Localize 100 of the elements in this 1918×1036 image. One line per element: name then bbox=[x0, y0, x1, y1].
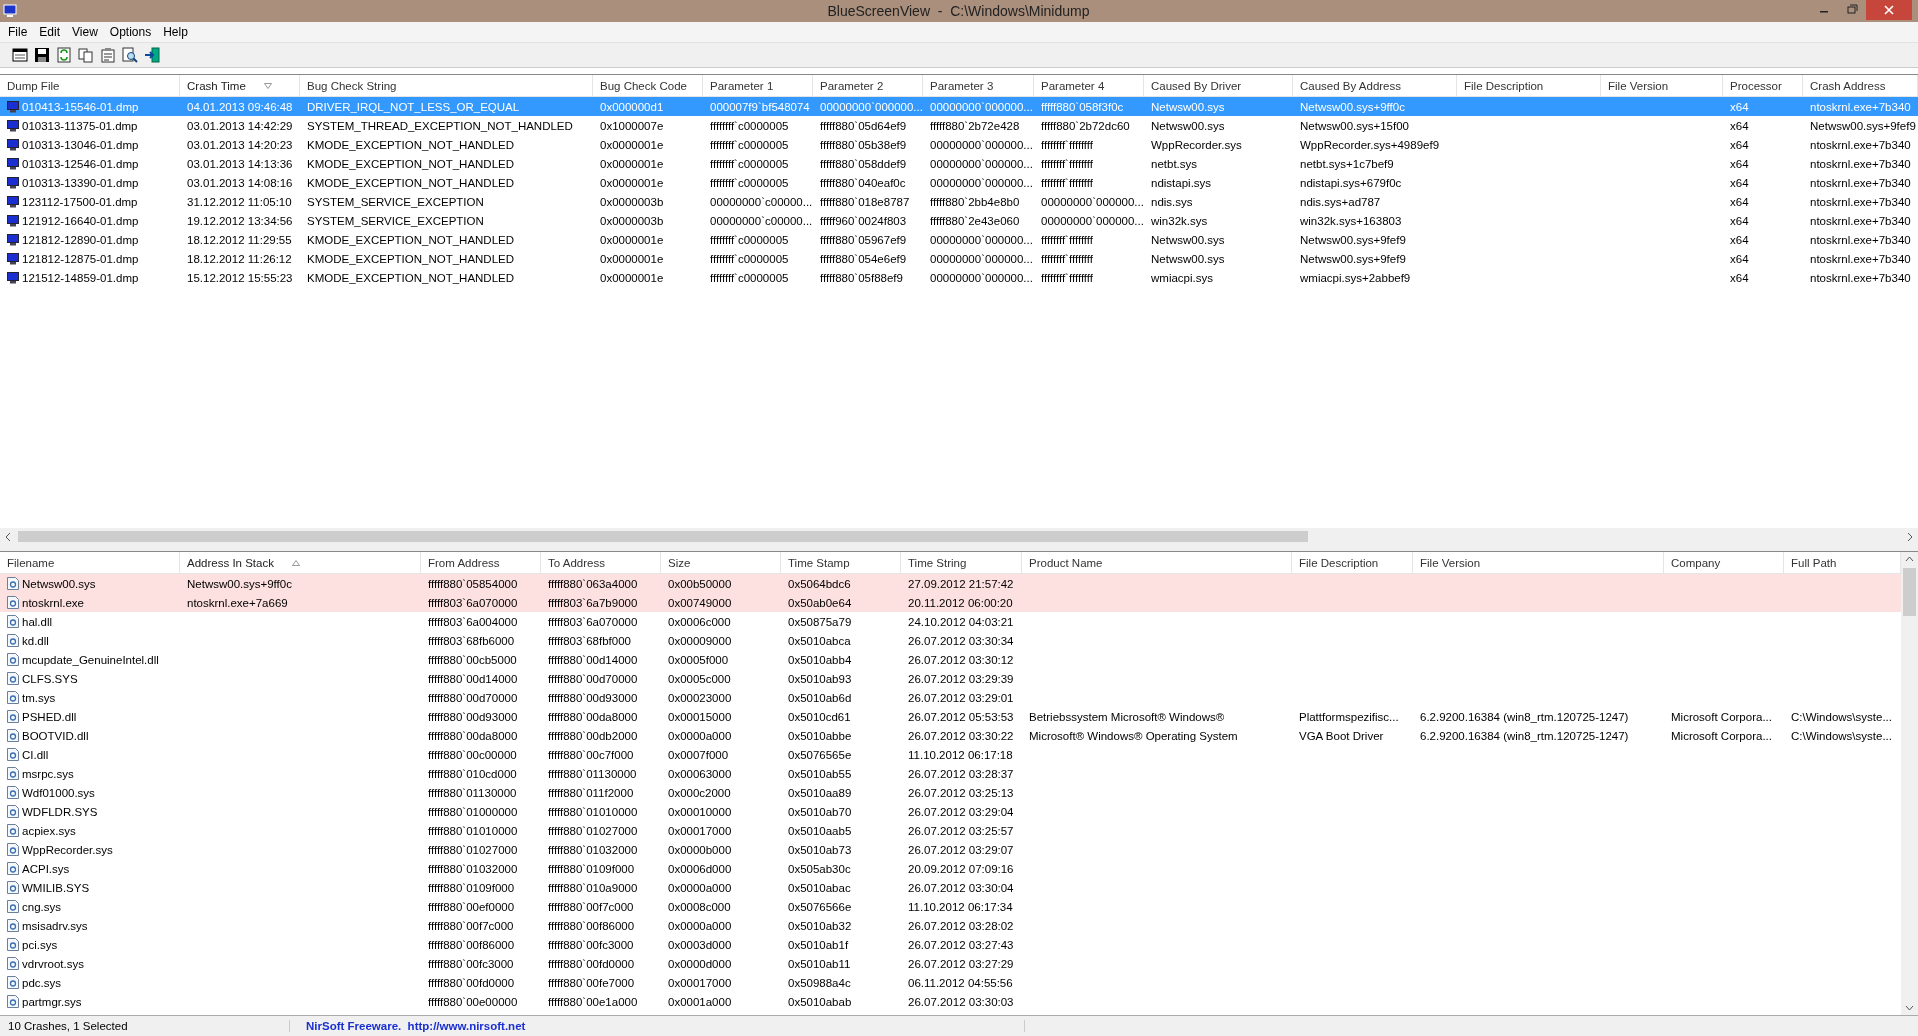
driver-row[interactable]: CLFS.SYS fffff880`00d14000 fffff880`00d70000 0x0005c000 0x5010ab93 26.07.2012 03:29:39 bbox=[0, 669, 1901, 688]
exit-icon[interactable] bbox=[144, 47, 160, 63]
column-header[interactable]: Address In Stack bbox=[180, 552, 421, 573]
table-cell: CLFS.SYS bbox=[22, 672, 78, 685]
window-icon[interactable] bbox=[12, 47, 28, 63]
table-cell: fffff803`6a070000 bbox=[548, 615, 638, 628]
driver-row[interactable]: ACPI.sys fffff880`01032000 fffff880`0109f000 0x0006d000 0x505ab30c 20.09.2012 07:09:16 bbox=[0, 859, 1901, 878]
file-gear-icon bbox=[7, 938, 19, 951]
column-header[interactable]: To Address bbox=[541, 552, 661, 573]
table-cell: fffff880`00d70000 bbox=[428, 691, 518, 704]
scrollbar-thumb[interactable] bbox=[1903, 568, 1916, 616]
column-header[interactable]: File Description bbox=[1457, 75, 1601, 96]
column-header[interactable]: Parameter 2 bbox=[813, 75, 923, 96]
table-cell: fffff880`01027000 bbox=[548, 824, 638, 837]
driver-row[interactable]: pdc.sys fffff880`00fd0000 fffff880`00fe7000 0x00017000 0x50988a4c 06.11.2012 04:55:56 bbox=[0, 973, 1901, 992]
driver-row[interactable]: pci.sys fffff880`00f86000 fffff880`00fc3000 0x0003d000 0x5010ab1f 26.07.2012 03:27:43 bbox=[0, 935, 1901, 954]
table-cell: ffffffff`ffffffff bbox=[1041, 138, 1094, 151]
table-cell: 20.09.2012 07:09:16 bbox=[908, 862, 1014, 875]
driver-row[interactable]: vdrvroot.sys fffff880`00fc3000 fffff880`00fd0000 0x0000d000 0x5010ab11 26.07.2012 03:27:29 bbox=[0, 954, 1901, 973]
driver-row[interactable]: kd.dll fffff803`68fb6000 fffff803`68fbf000 0x00009000 0x5010abca 26.07.2012 03:30:34 bbox=[0, 631, 1901, 650]
driver-row[interactable]: mcupdate_GenuineIntel.dll fffff880`00cb5000 fffff880`00d14000 0x0005f000 0x5010abb4 26.07.2012 03:30:12 bbox=[0, 650, 1901, 669]
table-cell: x64 bbox=[1730, 100, 1749, 113]
column-header[interactable]: Time String bbox=[901, 552, 1022, 573]
table-cell: Betriebssystem Microsoft® Windows® bbox=[1029, 710, 1225, 723]
table-cell: 0x0000b000 bbox=[668, 843, 732, 856]
table-cell: Netwsw00.sys bbox=[1151, 119, 1225, 132]
column-header[interactable]: Parameter 1 bbox=[703, 75, 813, 96]
driver-row[interactable]: msrpc.sys fffff880`010cd000 fffff880`01130000 0x00063000 0x5010ab55 26.07.2012 03:28:37 bbox=[0, 764, 1901, 783]
column-header[interactable]: Crash Time bbox=[180, 75, 300, 96]
menu-item[interactable]: File bbox=[2, 25, 34, 39]
column-header[interactable]: File Version bbox=[1601, 75, 1723, 96]
column-header[interactable]: From Address bbox=[421, 552, 541, 573]
table-cell: x64 bbox=[1730, 252, 1749, 265]
vertical-scrollbar[interactable] bbox=[1901, 552, 1918, 1015]
driver-row[interactable]: ntoskrnl.exe ntoskrnl.exe+7a669 fffff803`6a070000 fffff803`6a7b9000 0x00749000 0x50ab0e64 20.11.2012 06:00:20 bbox=[0, 593, 1901, 612]
column-header[interactable]: Caused By Driver bbox=[1144, 75, 1293, 96]
table-cell: 0x505ab30c bbox=[788, 862, 851, 875]
driver-row[interactable]: CI.dll fffff880`00c00000 fffff880`00c7f000 0x0007f000 0x5076565e 11.10.2012 06:17:18 bbox=[0, 745, 1901, 764]
column-header[interactable]: Filename bbox=[0, 552, 180, 573]
scrollbar-thumb[interactable] bbox=[18, 531, 1308, 542]
column-header[interactable]: Time Stamp bbox=[781, 552, 901, 573]
driver-row[interactable]: WppRecorder.sys fffff880`01027000 fffff880`01032000 0x0000b000 0x5010ab73 26.07.2012 03:29:07 bbox=[0, 840, 1901, 859]
table-cell: WDFLDR.SYS bbox=[22, 805, 98, 818]
driver-row[interactable]: Wdf01000.sys fffff880`01130000 fffff880`011f2000 0x000c2000 0x5010aa89 26.07.2012 03:25:13 bbox=[0, 783, 1901, 802]
file-gear-icon bbox=[7, 691, 19, 704]
column-header[interactable]: Caused By Address bbox=[1293, 75, 1457, 96]
table-cell: 26.07.2012 03:27:43 bbox=[908, 938, 1014, 951]
properties-icon[interactable] bbox=[100, 47, 116, 63]
driver-row[interactable]: Netwsw00.sys Netwsw00.sys+9ff0c fffff880`05854000 fffff880`063a4000 0x00b50000 0x5064bdc6 27.09.2012 21:57:42 bbox=[0, 574, 1901, 593]
column-header[interactable]: File Version bbox=[1413, 552, 1664, 573]
website-link[interactable]: NirSoft Freeware. http://www.nirsoft.net bbox=[306, 1020, 526, 1032]
menu-item[interactable]: Help bbox=[157, 25, 194, 39]
column-header[interactable]: File Description bbox=[1292, 552, 1413, 573]
close-icon[interactable] bbox=[1866, 0, 1912, 20]
column-header[interactable]: Size bbox=[661, 552, 781, 573]
crash-row[interactable]: 123112-17500-01.dmp 31.12.2012 11:05:10 SYSTEM_SERVICE_EXCEPTION 0x0000003b 00000000`c00000... fffff880`018e8787 fffff880`2bb4e8b0 00000000`000000... ndis.sys ndis.sys+ad787 x64 ntoskrnl.exe+7b340 bbox=[0, 192, 1918, 211]
column-header[interactable]: Processor bbox=[1723, 75, 1803, 96]
table-cell: 0x00749000 bbox=[668, 596, 732, 609]
horizontal-scrollbar[interactable] bbox=[0, 528, 1918, 545]
file-gear-icon bbox=[7, 786, 19, 799]
save-icon[interactable] bbox=[34, 47, 50, 63]
column-header[interactable]: Company bbox=[1664, 552, 1784, 573]
column-header[interactable]: Parameter 3 bbox=[923, 75, 1034, 96]
menu-item[interactable]: Options bbox=[103, 25, 158, 39]
table-cell: fffff880`054e6ef9 bbox=[820, 252, 907, 265]
column-header[interactable]: Parameter 4 bbox=[1034, 75, 1144, 96]
search-icon[interactable] bbox=[122, 47, 138, 63]
table-cell: fffff880`00e00000 bbox=[428, 995, 518, 1008]
driver-row[interactable]: acpiex.sys fffff880`01010000 fffff880`01027000 0x00017000 0x5010aab5 26.07.2012 03:25:57 bbox=[0, 821, 1901, 840]
driver-row[interactable]: WMILIB.SYS fffff880`0109f000 fffff880`010a9000 0x0000a000 0x5010abac 26.07.2012 03:30:04 bbox=[0, 878, 1901, 897]
table-cell: ntoskrnl.exe+7b340 bbox=[1810, 195, 1911, 208]
driver-row[interactable]: WDFLDR.SYS fffff880`01000000 fffff880`01010000 0x00010000 0x5010ab70 26.07.2012 03:29:04 bbox=[0, 802, 1901, 821]
table-cell: 0x0000001e bbox=[600, 138, 664, 151]
table-cell: 0x0000001e bbox=[600, 176, 664, 189]
table-cell: 0x00b50000 bbox=[668, 577, 732, 590]
table-cell: 0x0006d000 bbox=[668, 862, 732, 875]
column-header[interactable]: Product Name bbox=[1022, 552, 1292, 573]
column-header[interactable]: Bug Check Code bbox=[593, 75, 703, 96]
table-cell: 31.12.2012 11:05:10 bbox=[187, 195, 292, 208]
menu-item[interactable]: View bbox=[66, 25, 104, 39]
column-header[interactable]: Dump File bbox=[0, 75, 180, 96]
refresh-icon[interactable] bbox=[56, 47, 72, 63]
menu-item[interactable]: Edit bbox=[33, 25, 67, 39]
table-cell: 0x5010ab11 bbox=[788, 957, 851, 970]
table-cell: Netwsw00.sys+9fef9 bbox=[1810, 119, 1916, 132]
driver-row[interactable]: partmgr.sys fffff880`00e00000 fffff880`00e1a000 0x0001a000 0x5010abab 26.07.2012 03:30:03 bbox=[0, 992, 1901, 1011]
table-cell: 123112-17500-01.dmp bbox=[22, 195, 138, 208]
table-cell: 00000000`c00000... bbox=[710, 195, 813, 208]
driver-row[interactable]: cng.sys fffff880`00ef0000 fffff880`00f7c000 0x0008c000 0x5076566e 11.10.2012 06:17:34 bbox=[0, 897, 1901, 916]
table-cell: 0x5064bdc6 bbox=[788, 577, 851, 590]
table-cell: Netwsw00.sys bbox=[1151, 233, 1225, 246]
driver-row[interactable]: hal.dll fffff803`6a004000 fffff803`6a070000 0x0006c000 0x50875a79 24.10.2012 04:03:21 bbox=[0, 612, 1901, 631]
column-header[interactable]: Crash Address bbox=[1803, 75, 1918, 96]
table-cell: 0x0003d000 bbox=[668, 938, 732, 951]
driver-row[interactable]: msisadrv.sys fffff880`00f7c000 fffff880`00f86000 0x0000a000 0x5010ab32 26.07.2012 03:28:02 bbox=[0, 916, 1901, 935]
copy-icon[interactable] bbox=[78, 47, 94, 63]
driver-row[interactable]: tm.sys fffff880`00d70000 fffff880`00d93000 0x00023000 0x5010ab6d 26.07.2012 03:29:01 bbox=[0, 688, 1901, 707]
column-header[interactable]: Bug Check String bbox=[300, 75, 593, 96]
file-gear-icon bbox=[7, 634, 19, 647]
table-cell: Plattformspezifisc... bbox=[1299, 710, 1399, 723]
